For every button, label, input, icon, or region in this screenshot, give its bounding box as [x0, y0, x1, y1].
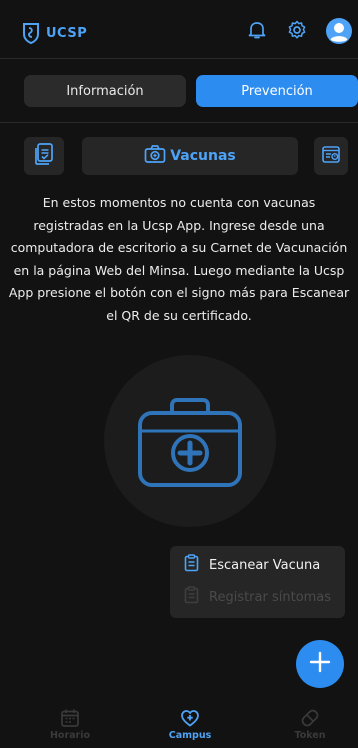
menu-item-label: Registrar síntomas [209, 589, 332, 605]
section-tabs: Información Prevención [24, 75, 358, 107]
ucsp-logo: UCSP [22, 22, 87, 44]
report-alert-icon [321, 144, 341, 168]
clipboard-icon [184, 586, 199, 608]
menu-item-label: Escanear Vacuna [209, 557, 321, 573]
symptoms-button[interactable] [314, 137, 348, 175]
logo-text: UCSP [46, 25, 88, 41]
tab-informacion[interactable]: Información [24, 75, 186, 107]
nav-item-horario[interactable]: Horario [35, 708, 105, 741]
nav-label: Horario [49, 730, 91, 741]
tab-prevencion[interactable]: Prevención [196, 75, 358, 107]
add-fab-button[interactable] [296, 640, 344, 688]
records-button[interactable] [24, 137, 64, 175]
nav-item-token[interactable]: Token [275, 708, 345, 741]
calendar-icon [35, 708, 105, 728]
plus-icon [309, 651, 331, 677]
vaccines-button[interactable]: Vacunas [82, 137, 298, 175]
nav-item-campus[interactable]: Campus [155, 708, 225, 741]
vaccines-label: Vacunas [170, 148, 236, 164]
no-vaccines-message: En estos momentos no cuenta con vacunas … [8, 195, 350, 323]
nav-label: Token [294, 730, 326, 741]
shield-logo-icon [22, 22, 40, 44]
menu-item-scan-vaccine[interactable]: Escanear Vacuna [184, 554, 320, 576]
gear-icon[interactable] [287, 20, 307, 44]
camera-icon [144, 144, 166, 168]
prevention-subnav: Vacunas [24, 137, 348, 175]
clipboard-check-icon [33, 142, 55, 170]
header-divider [0, 58, 358, 59]
tabs-divider [0, 122, 358, 123]
heart-cross-icon [155, 708, 225, 728]
empty-state-illustration [104, 355, 276, 527]
bottom-navigation: Horario Campus Token [0, 702, 358, 748]
pill-icon [275, 708, 345, 728]
fab-menu: Escanear Vacuna Registrar síntomas [170, 546, 345, 618]
bell-icon[interactable] [248, 20, 266, 44]
top-bar: UCSP [0, 0, 358, 58]
nav-label: Campus [168, 730, 212, 741]
clipboard-icon [184, 554, 199, 576]
menu-item-register-symptoms[interactable]: Registrar síntomas [184, 586, 331, 608]
user-avatar-icon[interactable] [326, 18, 352, 48]
